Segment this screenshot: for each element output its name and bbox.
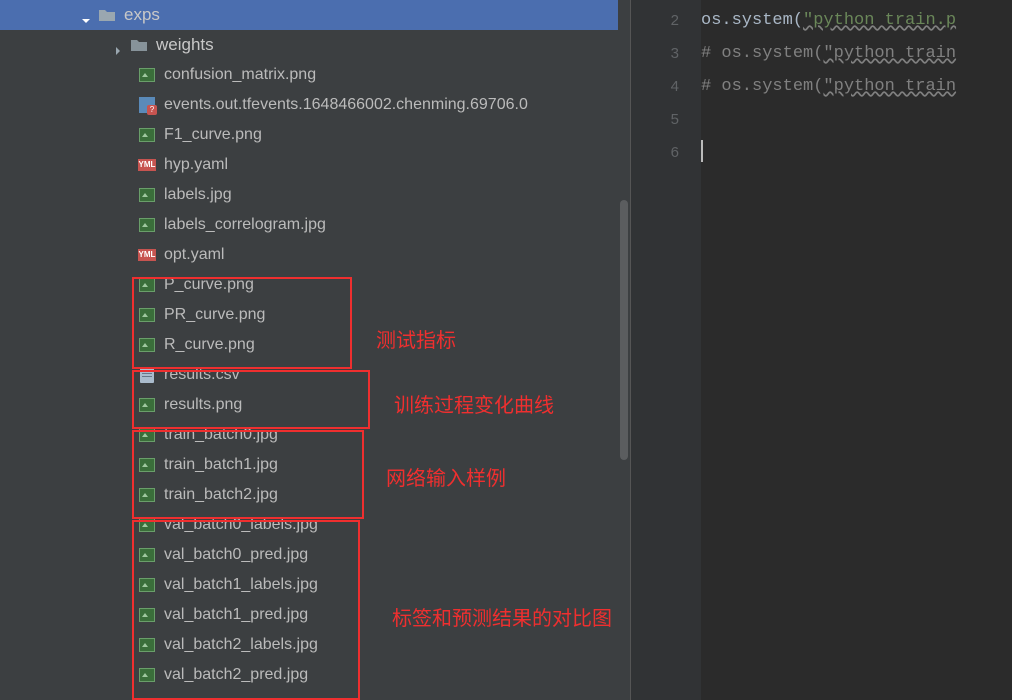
image-icon [138,66,156,84]
file-label: F1_curve.png [164,120,262,150]
file-val-batch0-pred[interactable]: val_batch0_pred.jpg [0,540,630,570]
code-line[interactable]: os.system("python train.p [701,4,1012,37]
yaml-icon: YML [138,156,156,174]
image-icon [138,666,156,684]
chevron-down-icon [80,8,94,22]
file-label: hyp.yaml [164,150,228,180]
file-confusion-matrix[interactable]: confusion_matrix.png [0,60,630,90]
code-line[interactable] [701,103,1012,136]
file-label: opt.yaml [164,240,224,270]
folder-icon [98,6,116,24]
image-icon [138,186,156,204]
file-train-batch1[interactable]: train_batch1.jpg [0,450,630,480]
text-file-icon [138,366,156,384]
file-opt-yaml[interactable]: YML opt.yaml [0,240,630,270]
file-pr-curve[interactable]: PR_curve.png [0,300,630,330]
image-icon [138,426,156,444]
file-label: val_batch2_labels.jpg [164,630,318,660]
file-label: results.png [164,390,242,420]
image-icon [138,516,156,534]
image-icon [138,486,156,504]
file-f1-curve[interactable]: F1_curve.png [0,120,630,150]
image-icon [138,306,156,324]
file-train-batch2[interactable]: train_batch2.jpg [0,480,630,510]
file-label: PR_curve.png [164,300,265,330]
image-icon [138,396,156,414]
file-train-batch0[interactable]: train_batch0.jpg [0,420,630,450]
gutter-line-number: 2 [631,4,701,37]
unknown-file-icon [138,96,156,114]
file-label: labels.jpg [164,180,232,210]
file-label: val_batch0_labels.jpg [164,510,318,540]
image-icon [138,636,156,654]
file-label: val_batch1_pred.jpg [164,600,308,630]
image-icon [138,606,156,624]
file-tree-panel: exps weights confusion_matrix.png events… [0,0,630,700]
file-label: labels_correlogram.jpg [164,210,326,240]
gutter-line-number: 5 [631,103,701,136]
file-hyp-yaml[interactable]: YML hyp.yaml [0,150,630,180]
gutter-line-number: 4 [631,70,701,103]
file-labels-jpg[interactable]: labels.jpg [0,180,630,210]
file-label: train_batch0.jpg [164,420,278,450]
file-results-png[interactable]: results.png [0,390,630,420]
editor-gutter: 2 3 4 5 6 [631,0,701,700]
file-p-curve[interactable]: P_curve.png [0,270,630,300]
file-val-batch2-labels[interactable]: val_batch2_labels.jpg [0,630,630,660]
file-r-curve[interactable]: R_curve.png [0,330,630,360]
file-label: events.out.tfevents.1648466002.chenming.… [164,90,528,120]
scrollbar-track[interactable] [618,0,630,700]
folder-exps[interactable]: exps [0,0,630,30]
image-icon [138,546,156,564]
chevron-right-icon [112,38,126,52]
image-icon [138,576,156,594]
file-label: val_batch2_pred.jpg [164,660,308,690]
code-line[interactable]: # os.system("python train [701,37,1012,70]
gutter-line-number: 3 [631,37,701,70]
folder-label: exps [124,0,160,30]
file-label: train_batch2.jpg [164,480,278,510]
editor-pane: 2 3 4 5 6 os.system("python train.p # os… [630,0,1012,700]
folder-icon [130,36,148,54]
yaml-icon: YML [138,246,156,264]
folder-weights[interactable]: weights [0,30,630,60]
file-label: val_batch0_pred.jpg [164,540,308,570]
image-icon [138,216,156,234]
image-icon [138,276,156,294]
code-line-cursor[interactable] [701,136,1012,169]
file-label: train_batch1.jpg [164,450,278,480]
image-icon [138,336,156,354]
file-val-batch1-pred[interactable]: val_batch1_pred.jpg [0,600,630,630]
image-icon [138,126,156,144]
file-val-batch0-labels[interactable]: val_batch0_labels.jpg [0,510,630,540]
file-events[interactable]: events.out.tfevents.1648466002.chenming.… [0,90,630,120]
code-editor[interactable]: os.system("python train.p # os.system("p… [701,0,1012,700]
scrollbar-thumb[interactable] [620,200,628,460]
gutter-line-number: 6 [631,136,701,169]
folder-label: weights [156,30,214,60]
file-label: results.csv [164,360,240,390]
file-val-batch1-labels[interactable]: val_batch1_labels.jpg [0,570,630,600]
file-label: val_batch1_labels.jpg [164,570,318,600]
file-label: P_curve.png [164,270,254,300]
file-labels-correlogram[interactable]: labels_correlogram.jpg [0,210,630,240]
file-results-csv[interactable]: results.csv [0,360,630,390]
file-label: confusion_matrix.png [164,60,316,90]
code-line[interactable]: # os.system("python train [701,70,1012,103]
image-icon [138,456,156,474]
file-label: R_curve.png [164,330,255,360]
file-val-batch2-pred[interactable]: val_batch2_pred.jpg [0,660,630,690]
